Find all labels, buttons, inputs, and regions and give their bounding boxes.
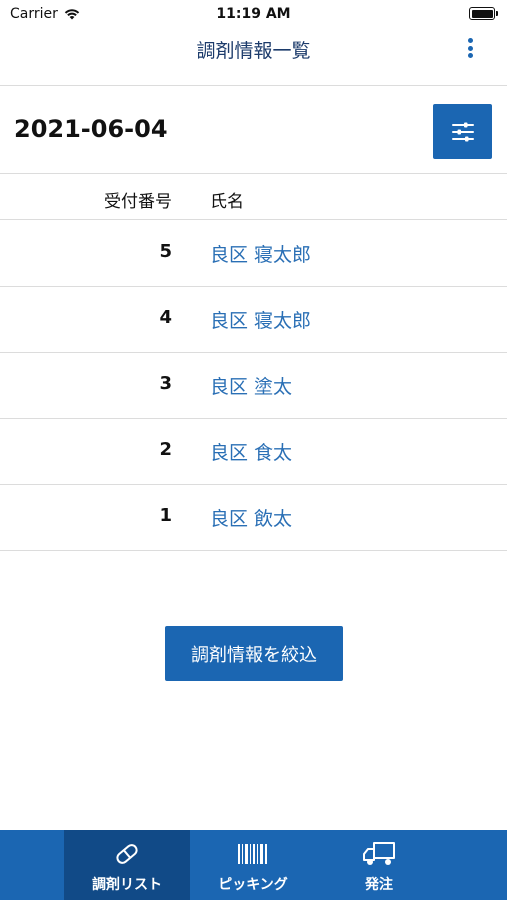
truck-icon <box>363 842 395 865</box>
tab-order[interactable]: 発注 <box>316 830 442 900</box>
table-row[interactable]: 4 良区 寝太郎 <box>0 287 507 353</box>
patient-name-link[interactable]: 良区 食太 <box>210 438 292 465</box>
barcode-icon <box>238 844 267 864</box>
more-vertical-icon[interactable] <box>463 36 477 60</box>
tab-prescription-list[interactable]: 調剤リスト <box>64 830 190 900</box>
column-header-number: 受付番号 <box>104 192 172 212</box>
table-row[interactable]: 5 良区 寝太郎 <box>0 221 507 287</box>
filter-button[interactable] <box>433 104 492 159</box>
patient-name-link[interactable]: 良区 寝太郎 <box>210 306 311 333</box>
battery-icon <box>469 7 498 20</box>
navigation-bar: 調剤情報一覧 <box>0 30 507 86</box>
tab-bar: 調剤リスト ピッキング 発注 <box>0 830 507 900</box>
prescription-list: 5 良区 寝太郎 4 良区 寝太郎 3 良区 塗太 2 良区 食太 1 良区 飲… <box>0 221 507 551</box>
patient-name-link[interactable]: 良区 寝太郎 <box>210 240 311 267</box>
date-row: 2021-06-04 <box>0 88 507 174</box>
tab-label: 発注 <box>365 877 393 893</box>
table-row[interactable]: 1 良区 飲太 <box>0 485 507 551</box>
sliders-icon <box>451 122 474 141</box>
table-row[interactable]: 2 良区 食太 <box>0 419 507 485</box>
tab-picking[interactable]: ピッキング <box>190 830 316 900</box>
receipt-number: 2 <box>159 439 172 460</box>
status-time: 11:19 AM <box>216 6 291 22</box>
patient-name-link[interactable]: 良区 飲太 <box>210 504 292 531</box>
receipt-number: 4 <box>159 307 172 328</box>
patient-name-link[interactable]: 良区 塗太 <box>210 372 292 399</box>
narrow-down-button[interactable]: 調剤情報を絞込 <box>165 626 343 681</box>
page-title: 調剤情報一覧 <box>196 40 311 62</box>
table-row[interactable]: 3 良区 塗太 <box>0 353 507 419</box>
receipt-number: 3 <box>159 373 172 394</box>
column-header-name: 氏名 <box>210 192 244 212</box>
tab-label: 調剤リスト <box>92 877 162 893</box>
status-bar: Carrier 11:19 AM <box>0 0 507 30</box>
tab-label: ピッキング <box>218 877 288 893</box>
table-header: 受付番号 氏名 <box>0 175 507 220</box>
receipt-number: 1 <box>159 505 172 526</box>
receipt-number: 5 <box>159 241 172 262</box>
pill-icon <box>116 844 138 864</box>
selected-date: 2021-06-04 <box>14 115 168 143</box>
